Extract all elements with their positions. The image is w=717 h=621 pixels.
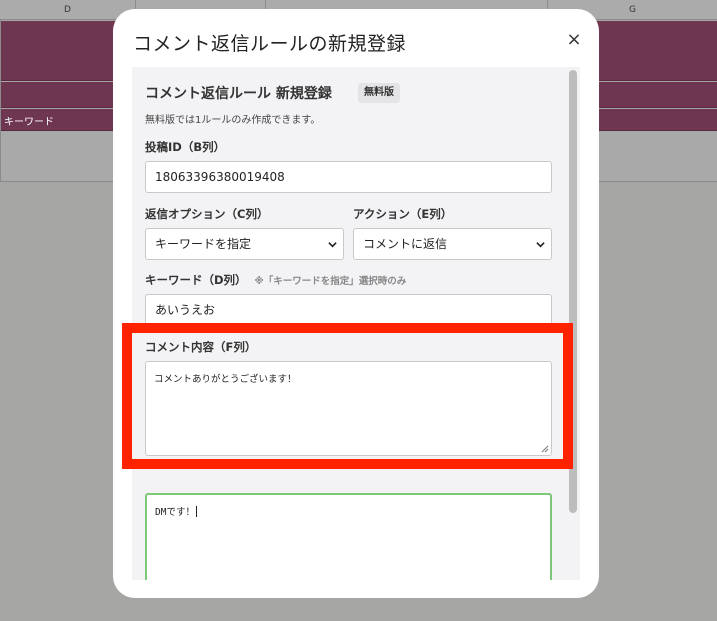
reply-option-label: 返信オプション（C列） bbox=[145, 207, 269, 221]
action-select[interactable]: コメントに返信 bbox=[353, 228, 552, 260]
keyword-label-text: キーワード（D列） bbox=[145, 273, 247, 287]
reply-option-select[interactable]: キーワードを指定 bbox=[145, 228, 344, 260]
keyword-cell[interactable]: キーワード bbox=[4, 113, 54, 128]
free-plan-badge: 無料版 bbox=[358, 83, 400, 103]
keyword-input[interactable]: あいうえお bbox=[145, 294, 552, 326]
keyword-hint: ※「キーワードを指定」選択時のみ bbox=[254, 276, 407, 287]
post-id-label: 投稿ID（B列） bbox=[145, 140, 226, 154]
form-heading: コメント返信ルール 新規登録 bbox=[145, 86, 332, 102]
chevron-down-icon bbox=[536, 242, 545, 248]
dm-text: DMです！ bbox=[155, 507, 195, 518]
comment-textarea[interactable]: コメントありがとうございます！ bbox=[145, 361, 552, 456]
comment-text: コメントありがとうございます！ bbox=[154, 374, 297, 385]
free-plan-note: 無料版では1ルールのみ作成できます。 bbox=[145, 115, 321, 126]
action-value: コメントに返信 bbox=[363, 237, 448, 251]
scrollbar-thumb[interactable] bbox=[569, 70, 577, 513]
resize-grip-icon[interactable] bbox=[541, 445, 549, 453]
chevron-down-icon bbox=[328, 242, 337, 248]
reply-option-value: キーワードを指定 bbox=[155, 237, 252, 251]
modal-title: コメント返信ルールの新規登録 bbox=[133, 33, 407, 55]
modal-form-panel: コメント返信ルール 新規登録 無料版 無料版では1ルールのみ作成できます。 投稿… bbox=[132, 67, 580, 580]
grid-line bbox=[0, 20, 1, 182]
close-icon[interactable]: × bbox=[565, 30, 583, 50]
post-id-input[interactable]: 18063396380019408 bbox=[145, 161, 552, 193]
keyword-label: キーワード（D列） ※「キーワードを指定」選択時のみ bbox=[145, 272, 406, 288]
comment-label: コメント内容（F列） bbox=[145, 340, 257, 354]
text-caret bbox=[195, 506, 197, 517]
action-label: アクション（E列） bbox=[353, 207, 453, 221]
new-rule-modal: コメント返信ルールの新規登録 × コメント返信ルール 新規登録 無料版 無料版で… bbox=[113, 9, 599, 598]
column-header-d[interactable]: D bbox=[0, 0, 136, 20]
dm-textarea[interactable]: DMです！ bbox=[145, 493, 552, 580]
